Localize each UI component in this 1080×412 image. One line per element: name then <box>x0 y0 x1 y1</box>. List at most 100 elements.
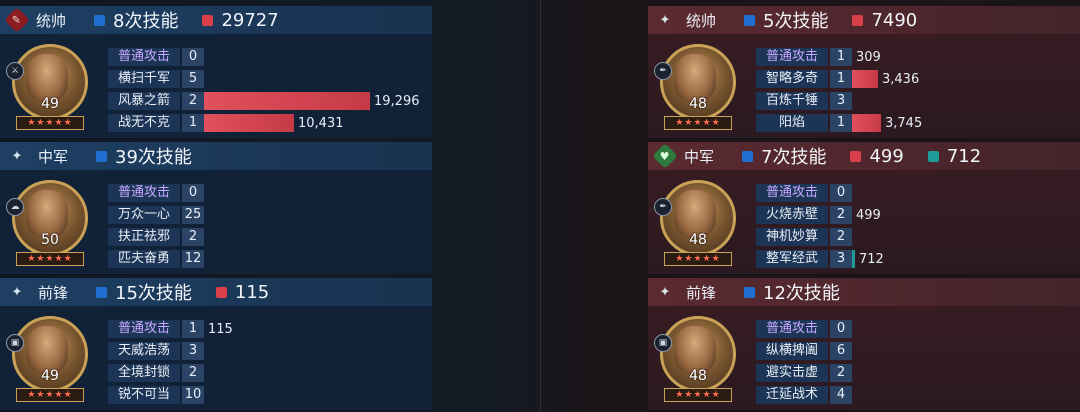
weapon-icon: ✒ <box>654 198 672 216</box>
damage-value: 19,296 <box>374 93 420 109</box>
skill-count-cell: 1 <box>830 114 852 132</box>
skill-name: 全境封锁 <box>108 364 180 382</box>
skill-name: 万众一心 <box>108 206 180 224</box>
skill-row: 普通攻击 0 <box>108 46 420 68</box>
skill-name: 火烧赤壁 <box>756 206 828 224</box>
skill-count: 8次技能 <box>94 7 178 33</box>
avatar[interactable]: ☁ 50 ★★★★★ <box>6 180 88 272</box>
level: 48 <box>689 368 707 384</box>
skill-count-cell: 6 <box>830 342 852 360</box>
damage-total: 29727 <box>202 10 279 31</box>
role-star-icon: ✦ <box>659 284 671 300</box>
skill-name: 避实击虚 <box>756 364 828 382</box>
level: 49 <box>41 96 59 112</box>
skill-list: 普通攻击 0 万众一心 25 扶正祛邪 2 匹夫奋勇 12 <box>108 182 204 270</box>
skill-count-cell: 3 <box>830 92 852 110</box>
skill-row: 阳焰 1 3,745 <box>756 112 922 134</box>
skill-row: 风暴之箭 2 19,296 <box>108 90 420 112</box>
avatar[interactable]: ✒ 48 ★★★★★ <box>654 180 736 272</box>
skill-row: 锐不可当 10 <box>108 384 233 406</box>
role-label: 中军 <box>684 147 715 166</box>
damage-value: 309 <box>856 49 881 65</box>
damage-total: 7490 <box>852 10 917 31</box>
role-label: 统帅 <box>36 11 67 30</box>
damage-bar <box>204 114 294 132</box>
avatar[interactable]: ✒ 48 ★★★★★ <box>654 44 736 136</box>
skill-square-icon <box>744 286 755 298</box>
role-star-icon: ✦ <box>659 12 671 28</box>
damage-square-icon <box>850 150 862 162</box>
damage-bar <box>852 114 881 132</box>
damage-bar <box>852 70 878 88</box>
skill-name: 锐不可当 <box>108 386 180 404</box>
role-label: 统帅 <box>686 11 717 30</box>
stars: ★★★★★ <box>16 116 84 130</box>
skill-count-text: 15次技能 <box>115 283 192 304</box>
damage-value: 3,745 <box>885 115 923 131</box>
panel-header: ✎ 统帅 8次技能 29727 <box>0 6 432 34</box>
skill-count: 5次技能 <box>744 7 828 33</box>
panel-header: ✦ 统帅 5次技能 7490 <box>648 6 1080 34</box>
damage-total: 499 <box>850 146 904 167</box>
skill-name: 横扫千军 <box>108 70 180 88</box>
skill-row: 匹夫奋勇 12 <box>108 248 204 270</box>
skill-square-icon <box>744 14 755 26</box>
skill-count-cell: 3 <box>830 250 852 268</box>
skill-name: 迁延战术 <box>756 386 828 404</box>
skill-count-cell: 0 <box>830 320 852 338</box>
skill-row: 普通攻击 0 <box>756 318 852 340</box>
skill-name: 风暴之箭 <box>108 92 180 110</box>
skill-count-text: 7次技能 <box>761 147 827 168</box>
skill-name: 普通攻击 <box>108 48 180 66</box>
skill-count-cell: 1 <box>182 320 204 338</box>
skill-row: 全境封锁 2 <box>108 362 233 384</box>
skill-square-icon <box>94 14 105 26</box>
commander-badge-icon: ✎ <box>4 7 30 33</box>
skill-name: 天威浩荡 <box>108 342 180 360</box>
heal-badge-icon: ♥ <box>652 143 678 169</box>
right-panel-middle: ♥ 中军 7次技能 499 712 ✒ 48 ★★★★★ 普通攻击 0 火烧赤壁 2… <box>648 142 1080 274</box>
damage-value: 3,436 <box>882 71 920 87</box>
skill-row: 整军经武 3 712 <box>756 248 884 270</box>
skill-count-cell: 2 <box>830 206 852 224</box>
skill-count-cell: 5 <box>182 70 204 88</box>
skill-name: 扶正祛邪 <box>108 228 180 246</box>
skill-count-cell: 2 <box>182 364 204 382</box>
avatar[interactable]: ⚔ 49 ★★★★★ <box>6 44 88 136</box>
avatar[interactable]: ▣ 49 ★★★★★ <box>6 316 88 408</box>
weapon-icon: ▣ <box>654 334 672 352</box>
level: 48 <box>689 96 707 112</box>
skill-name: 普通攻击 <box>108 320 180 338</box>
panel-header: ✦ 前锋 12次技能 <box>648 278 1080 306</box>
portrait <box>26 54 68 102</box>
damage-bar <box>204 92 370 110</box>
skill-row: 火烧赤壁 2 499 <box>756 204 884 226</box>
damage-square-icon <box>202 14 214 26</box>
skill-row: 迁延战术 4 <box>756 384 852 406</box>
left-panel-commander: ✎ 统帅 8次技能 29727 ⚔ 49 ★★★★★ 普通攻击 0 横扫千军 5 风… <box>0 6 432 138</box>
skill-row: 普通攻击 1 115 <box>108 318 233 340</box>
weapon-icon: ▣ <box>6 334 24 352</box>
skill-list: 普通攻击 0 纵横捭阖 6 避实击虚 2 迁延战术 4 <box>756 318 852 406</box>
skill-count-cell: 0 <box>182 184 204 202</box>
avatar[interactable]: ▣ 48 ★★★★★ <box>654 316 736 408</box>
skill-count-cell: 4 <box>830 386 852 404</box>
skill-count-text: 39次技能 <box>115 147 192 168</box>
damage-total: 115 <box>215 282 269 303</box>
skill-name: 普通攻击 <box>756 320 828 338</box>
heal-total: 712 <box>927 146 981 167</box>
panel-header: ♥ 中军 7次技能 499 712 <box>648 142 1080 170</box>
skill-count-cell: 2 <box>830 364 852 382</box>
skill-count: 7次技能 <box>742 143 826 169</box>
skill-list: 普通攻击 0 火烧赤壁 2 499 神机妙算 2 整军经武 3 712 <box>756 182 884 270</box>
skill-name: 整军经武 <box>756 250 828 268</box>
skill-count-cell: 1 <box>182 114 204 132</box>
heal-square-icon <box>927 150 939 162</box>
portrait <box>26 190 68 238</box>
role-star-icon: ✦ <box>11 284 23 300</box>
skill-square-icon <box>96 150 107 162</box>
skill-name: 普通攻击 <box>108 184 180 202</box>
level: 48 <box>689 232 707 248</box>
role-label: 前锋 <box>686 283 717 302</box>
skill-count-cell: 2 <box>830 228 852 246</box>
